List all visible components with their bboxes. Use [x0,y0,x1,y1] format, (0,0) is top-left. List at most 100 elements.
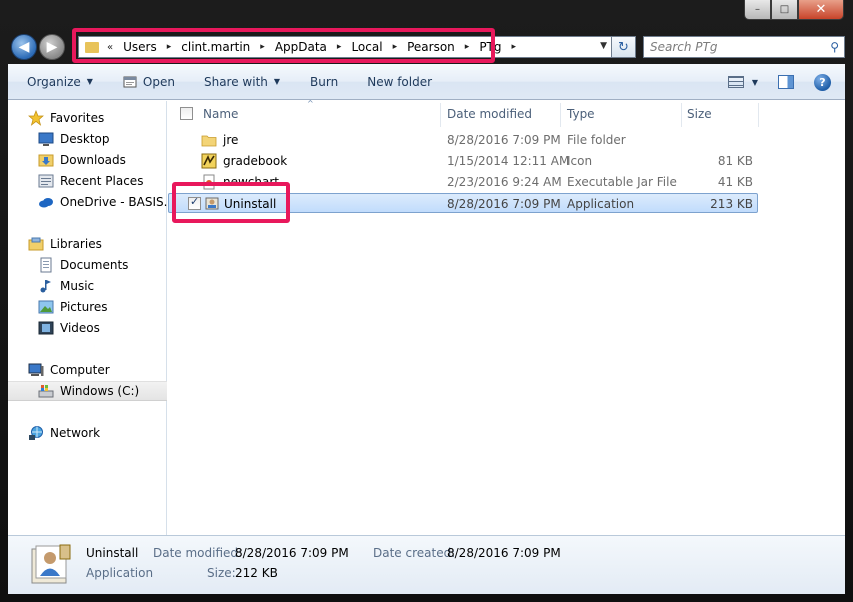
forward-button[interactable]: ▶ [39,34,65,60]
nav-pictures-label: Pictures [60,300,108,314]
documents-icon [40,257,52,273]
file-type: Executable Jar File [567,175,677,189]
address-dropdown-icon[interactable]: ▼ [600,41,607,51]
breadcrumb-item-users[interactable]: Users [123,40,157,54]
help-icon[interactable]: ? [814,73,831,91]
breadcrumb-chevron-icon[interactable]: ▸ [260,42,265,52]
breadcrumb-chevron-icon[interactable]: ▸ [167,42,172,52]
desktop-icon [38,132,54,146]
network-icon [29,426,43,440]
select-all-checkbox[interactable] [180,107,193,120]
column-header-name[interactable]: Name [203,101,238,126]
breadcrumb-chevron-icon[interactable]: ▸ [465,42,470,52]
nav-network[interactable]: Network [8,423,167,443]
breadcrumb-item-appdata[interactable]: AppData [275,40,327,54]
file-name: jre [223,133,239,147]
nav-libraries[interactable]: Libraries [8,234,167,254]
details-file-type: Application [86,566,154,580]
nav-videos[interactable]: Videos [8,318,167,338]
file-name: Uninstall [224,197,277,211]
burn-button[interactable]: Burn [310,64,338,99]
explorer-window: – □ ✕ ◀ ▶ « Users ▸ clint.martin ▸ AppDa… [0,0,853,602]
nav-windows-c[interactable]: Windows (C:) [8,381,167,401]
minimize-button[interactable]: – [744,0,771,20]
breadcrumb-chevron-icon[interactable]: ▸ [393,42,398,52]
list-item[interactable]: newchart 2/23/2016 9:24 AM Executable Ja… [168,172,758,192]
column-divider[interactable] [560,103,561,127]
nav-computer-label: Computer [50,363,110,377]
list-item-selected[interactable]: ✓ Uninstall 8/28/2016 7:09 PM Applicatio… [168,193,758,213]
view-controls: ▼ ? [727,64,845,100]
breadcrumb-item-ptg[interactable]: PTg [479,40,501,54]
nav-onedrive-label: OneDrive - BASIS.ed [60,195,167,209]
file-name: gradebook [223,154,288,168]
breadcrumb-item-local[interactable]: Local [351,40,382,54]
column-header-type[interactable]: Type [567,101,595,126]
file-size: 81 KB [717,154,753,168]
column-divider[interactable] [681,103,682,127]
nav-computer[interactable]: Computer [8,360,167,380]
address-bar[interactable]: « Users ▸ clint.martin ▸ AppData ▸ Local… [78,36,612,58]
change-view-icon[interactable] [727,76,744,88]
list-item[interactable]: jre 8/28/2016 7:09 PM File folder [168,130,758,150]
back-button[interactable]: ◀ [11,34,37,60]
nav-onedrive[interactable]: OneDrive - BASIS.ed [8,192,167,212]
folder-icon [201,135,217,147]
drive-icon [38,385,54,398]
column-divider[interactable] [440,103,441,127]
chevron-down-icon: ▼ [86,77,93,86]
nav-music[interactable]: Music [8,276,167,296]
nav-favorites[interactable]: Favorites [8,108,167,128]
organize-label: Organize [27,74,81,89]
navigation-bar: ◀ ▶ « Users ▸ clint.martin ▸ AppData ▸ L… [0,30,853,64]
downloads-folder-icon [38,154,54,167]
back-arrow-icon: ◀ [18,39,30,55]
file-type: Application [567,197,635,211]
nav-recent-places[interactable]: Recent Places [8,171,167,191]
details-size: 212 KB [235,566,278,580]
column-header-size[interactable]: Size [687,101,712,126]
nav-desktop[interactable]: Desktop [8,129,167,149]
videos-icon [38,321,54,335]
new-folder-button[interactable]: New folder [367,64,432,99]
column-name-label: Name [203,106,239,121]
open-button[interactable]: Open [123,64,175,99]
row-checkbox[interactable]: ✓ [188,195,201,210]
share-with-button[interactable]: Share with ▼ [204,64,280,99]
file-list: ^ Name Date modified Type Size jre 8/28/… [168,99,845,535]
details-date-created: 8/28/2016 7:09 PM [447,546,561,560]
jar-file-icon [203,174,215,190]
breadcrumb-item-clint-martin[interactable]: clint.martin [181,40,250,54]
breadcrumb-chevron-icon[interactable]: ▸ [512,42,517,52]
uninstall-thumbnail-icon [31,544,71,584]
maximize-button[interactable]: □ [771,0,798,20]
navigation-pane: Favorites Desktop Downloads Recent Place… [8,101,167,535]
breadcrumb-chevron-icon[interactable]: ▸ [337,42,342,52]
file-size: 213 KB [710,197,753,211]
nav-network-label: Network [50,426,101,440]
search-icon[interactable]: ⚲ [830,40,839,54]
column-divider[interactable] [758,103,759,127]
nav-music-label: Music [60,279,95,293]
forward-arrow-icon: ▶ [46,39,58,55]
search-input[interactable] [650,40,820,54]
column-header-date-modified[interactable]: Date modified [447,101,532,126]
organize-button[interactable]: Organize ▼ [27,64,93,99]
breadcrumb-overflow-icon[interactable]: « [107,42,113,53]
nav-documents[interactable]: Documents [8,255,167,275]
breadcrumb-item-pearson[interactable]: Pearson [407,40,455,54]
refresh-button[interactable]: ↻ [612,36,636,58]
nav-downloads[interactable]: Downloads [8,150,167,170]
chevron-down-icon[interactable]: ▼ [752,78,758,87]
nav-videos-label: Videos [60,321,100,335]
search-box[interactable]: ⚲ [643,36,845,58]
close-button[interactable]: ✕ [798,0,844,20]
file-date: 8/28/2016 7:09 PM [447,197,561,211]
pictures-icon [38,300,54,314]
recent-places-icon [38,174,54,188]
list-item[interactable]: gradebook 1/15/2014 12:11 AM Icon 81 KB [168,151,758,171]
nav-pictures[interactable]: Pictures [8,297,167,317]
checkmark-icon: ✓ [190,195,200,208]
preview-pane-icon[interactable] [778,75,794,89]
caption-buttons: – □ ✕ [744,0,844,21]
